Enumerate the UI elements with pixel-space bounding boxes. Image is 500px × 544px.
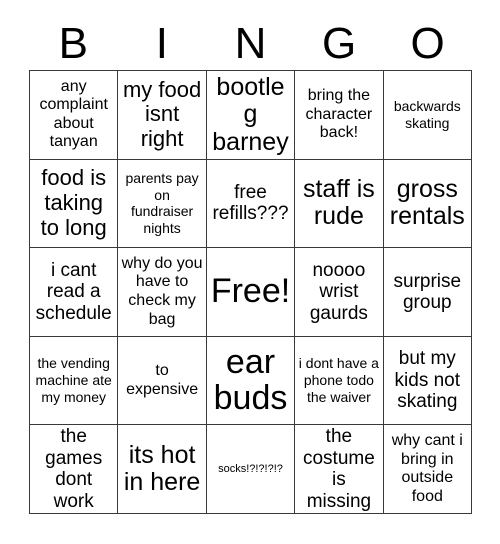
bingo-cell[interactable]: gross rentals [383, 159, 472, 249]
bingo-cell-text: staff is rude [302, 174, 375, 231]
bingo-cell[interactable]: the costume is missing [295, 425, 384, 514]
bingo-cell[interactable]: why cant i bring in outside food [383, 425, 472, 514]
bingo-cell-text: bring the character back! [305, 86, 373, 142]
bingo-card: B I N G O any complaint about tanyan my … [0, 0, 500, 544]
bingo-cell-text: any complaint about tanyan [39, 77, 108, 151]
bingo-cell-text: gross rentals [389, 174, 465, 231]
bingo-cell[interactable]: the games dont work [30, 425, 119, 514]
bingo-cell-text: socks!?!?!?!? [218, 462, 283, 475]
bingo-cell[interactable]: bring the character back! [295, 71, 384, 160]
bingo-cell[interactable]: any complaint about tanyan [30, 71, 119, 160]
bingo-cell-text: why cant i bring in outside food [391, 432, 463, 505]
bingo-cell[interactable]: free refills??? [206, 159, 296, 249]
bingo-cell[interactable]: but my kids not skating [383, 336, 472, 426]
bingo-header-letter-g: G [321, 19, 357, 68]
bingo-cell-text: parents pay on fundraiser nights [125, 169, 199, 237]
bingo-cell[interactable]: its hot in here [118, 425, 207, 514]
bingo-header-letter-n: N [234, 19, 267, 68]
bingo-cell-text: the games dont work [45, 426, 103, 512]
bingo-cell-text: i dont have a phone todo the waiver [298, 355, 379, 405]
bingo-cell[interactable]: my food isnt right [118, 71, 207, 160]
bingo-cell-text: free refills??? [212, 181, 289, 225]
bingo-cell[interactable]: i dont have a phone todo the waiver [295, 336, 384, 426]
bingo-cell-text: Free! [210, 272, 291, 311]
bingo-cell-text: food is taking to long [40, 165, 107, 240]
bingo-cell-text: noooo wrist gaurds [309, 259, 368, 324]
bingo-cell-text: i cant read a schedule [35, 259, 112, 324]
bingo-header-row: B I N G O [29, 18, 472, 70]
bingo-cell[interactable]: parents pay on fundraiser nights [118, 159, 207, 249]
bingo-cell[interactable]: backwards skating [383, 71, 472, 160]
bingo-cell-text: bootleg barney [212, 72, 289, 156]
bingo-cell[interactable]: ear buds [206, 336, 296, 426]
bingo-cell[interactable]: surprise group [383, 248, 472, 337]
bingo-cell[interactable]: socks!?!?!?!? [206, 425, 296, 514]
bingo-cell-text: the costume is missing [302, 426, 375, 512]
bingo-cell-text: why do you have to check my bag [121, 254, 203, 328]
bingo-cell[interactable]: staff is rude [295, 159, 384, 249]
bingo-cell[interactable]: bootleg barney [206, 71, 296, 160]
bingo-cell-text: to expensive [126, 362, 199, 398]
bingo-cell[interactable]: to expensive [118, 336, 207, 426]
bingo-cell-text: surprise group [393, 270, 462, 313]
bingo-cell[interactable]: noooo wrist gaurds [295, 248, 384, 337]
bingo-cell[interactable]: food is taking to long [30, 159, 119, 249]
bingo-cell-text: backwards skating [393, 98, 461, 131]
bingo-cell-text: its hot in here [123, 440, 201, 497]
bingo-cell-text: the vending machine ate my money [35, 355, 112, 405]
bingo-header-letter-b: B [58, 19, 88, 68]
bingo-header-letter-o: O [410, 19, 445, 68]
bingo-cell-text: but my kids not skating [394, 348, 461, 413]
bingo-cell-text: ear buds [213, 342, 288, 417]
bingo-grid: any complaint about tanyan my food isnt … [29, 70, 472, 514]
bingo-cell[interactable]: the vending machine ate my money [30, 336, 119, 426]
bingo-free-cell[interactable]: Free! [206, 248, 296, 337]
bingo-cell-text: my food isnt right [122, 76, 202, 152]
bingo-cell[interactable]: why do you have to check my bag [118, 248, 207, 337]
bingo-header-letter-i: I [155, 19, 168, 68]
bingo-cell[interactable]: i cant read a schedule [30, 248, 119, 337]
